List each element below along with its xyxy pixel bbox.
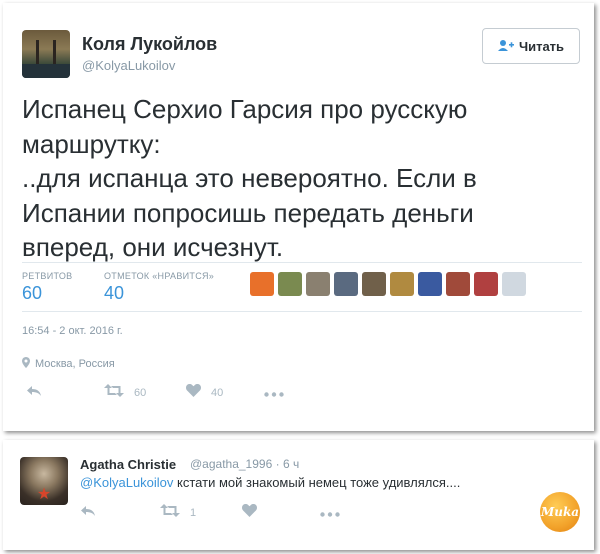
reply-icon <box>26 384 42 401</box>
tweet-text-line: маршрутку: <box>22 128 161 159</box>
heart-icon <box>186 383 201 401</box>
likes-count[interactable]: 40 <box>104 283 124 304</box>
reply-retweet-button[interactable]: 1 <box>160 504 196 521</box>
follow-label: Читать <box>518 38 565 54</box>
location-label: Москва, Россия <box>35 358 115 370</box>
author-handle[interactable]: @KolyaLukoilov <box>82 58 175 73</box>
retweet-icon <box>104 384 124 401</box>
reply-author-meta: @agatha_1996 · 6 ч <box>190 457 299 471</box>
divider <box>22 311 582 312</box>
liker-avatar[interactable] <box>418 272 442 296</box>
star-badge-icon: ★ <box>36 486 52 503</box>
liker-avatar[interactable] <box>502 272 526 296</box>
more-dots-icon <box>320 504 340 521</box>
watermark-text: Muka <box>540 505 580 519</box>
reply-more-button[interactable] <box>320 504 350 521</box>
tweet-text-line: вперед, они исчезнут. <box>22 232 284 262</box>
retweet-button[interactable]: 60 <box>104 384 146 401</box>
reply-author-handle[interactable]: @agatha_1996 <box>190 457 272 471</box>
liker-avatar[interactable] <box>362 272 386 296</box>
reply-reply-button[interactable] <box>80 504 106 521</box>
liker-avatar[interactable] <box>250 272 274 296</box>
retweet-count: 60 <box>134 386 147 399</box>
screenshot-frame: Коля Лукойлов @KolyaLukoilov Читать Испа… <box>0 0 600 554</box>
liker-avatar[interactable] <box>390 272 414 296</box>
reply-like-button[interactable] <box>242 503 267 521</box>
likes-label: ОТМЕТОК «НРАВИТСЯ» <box>104 271 215 281</box>
author-avatar[interactable] <box>22 30 70 78</box>
reply-age[interactable]: · 6 ч <box>276 457 300 471</box>
more-dots-icon <box>264 384 284 401</box>
reply-icon <box>80 504 96 521</box>
reply-mention-link[interactable]: @KolyaLukoilov <box>80 475 173 490</box>
retweets-count[interactable]: 60 <box>22 283 42 304</box>
retweet-icon <box>160 504 180 521</box>
tweet-location[interactable]: Москва, Россия <box>22 357 115 371</box>
oil-rig-image <box>36 40 56 66</box>
reply-author-name[interactable]: Agatha Christie <box>80 457 176 472</box>
tweet-text-line: Испанец Серхио Гарсия про русскую <box>22 94 468 124</box>
liker-avatar[interactable] <box>278 272 302 296</box>
liker-avatar[interactable] <box>446 272 470 296</box>
follow-icon <box>497 39 514 54</box>
reply-text-body: кстати мой знакомый немец тоже удивлялся… <box>173 475 461 490</box>
tweet-text-line: Испании попросишь передать деньги <box>22 197 474 228</box>
retweets-label: РЕТВИТОВ <box>22 271 73 281</box>
like-button[interactable]: 40 <box>186 383 224 401</box>
reply-author-avatar[interactable]: ★ <box>20 457 68 505</box>
like-count: 40 <box>211 386 224 399</box>
reply-text: @KolyaLukoilov кстати мой знакомый немец… <box>80 475 460 490</box>
divider <box>22 262 582 263</box>
tweet-text: Испанец Серхио Гарсия про русскую маршру… <box>22 92 582 265</box>
heart-icon <box>242 503 257 521</box>
tweet-timestamp[interactable]: 16:54 - 2 окт. 2016 г. <box>22 325 123 337</box>
liker-avatar[interactable] <box>334 272 358 296</box>
tweet-text-line: ..для испанца это невероятно. Если в <box>22 163 477 193</box>
liker-avatar[interactable] <box>474 272 498 296</box>
likers-avatars <box>250 272 526 296</box>
site-watermark-logo: Muka <box>540 492 580 532</box>
location-pin-icon <box>22 357 30 371</box>
more-button[interactable] <box>264 384 294 401</box>
author-name[interactable]: Коля Лукойлов <box>82 34 217 55</box>
follow-button[interactable]: Читать <box>482 28 580 64</box>
liker-avatar[interactable] <box>306 272 330 296</box>
reply-button[interactable] <box>26 384 52 401</box>
reply-retweet-count: 1 <box>190 506 197 519</box>
